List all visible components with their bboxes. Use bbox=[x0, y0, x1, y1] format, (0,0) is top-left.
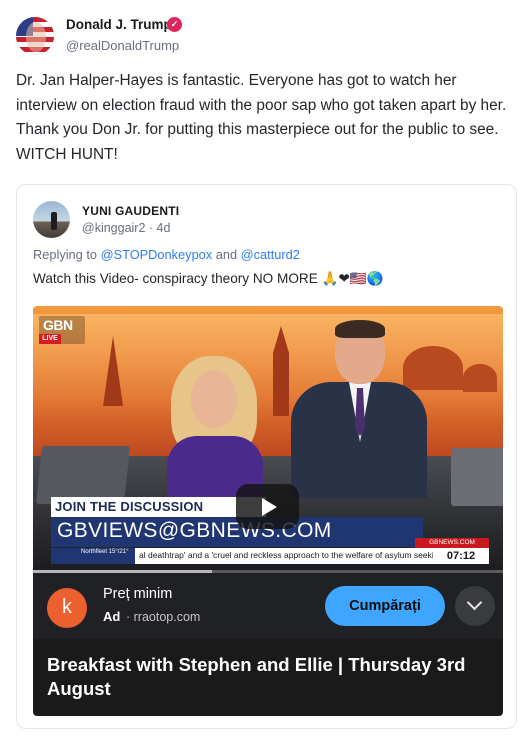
video-title[interactable]: Breakfast with Stephen and Ellie | Thurs… bbox=[47, 653, 487, 701]
verified-icon: ✓ bbox=[167, 17, 182, 32]
ad-expand-button[interactable] bbox=[455, 586, 495, 626]
ad-title[interactable]: Preț minim bbox=[103, 586, 172, 602]
presenter-hair bbox=[335, 320, 385, 338]
quoted-post-text: Watch this Video- conspiracy theory NO M… bbox=[33, 271, 384, 287]
avatar-face bbox=[26, 22, 46, 52]
quoted-author-meta: @kinggair2 · 4d bbox=[82, 221, 170, 235]
presenter-male bbox=[291, 320, 427, 498]
live-badge: LIVE bbox=[39, 334, 61, 344]
ad-badge: Ad bbox=[103, 609, 121, 624]
banner-join: JOIN THE DISCUSSION bbox=[51, 497, 266, 517]
laptop bbox=[451, 448, 503, 506]
advertiser-logo[interactable]: k bbox=[47, 588, 87, 628]
ad-cta-button[interactable]: Cumpărați bbox=[325, 586, 445, 626]
ticker-weather: Northfleet 15°/21° bbox=[51, 548, 135, 564]
video-player[interactable]: GBN LIVE JOIN THE DISCUSSION GBVIEWS@GBN… bbox=[33, 306, 503, 570]
avatar-figure bbox=[51, 212, 57, 230]
play-icon bbox=[262, 498, 277, 516]
post-card: Donald J. Trump ✓ @realDonaldTrump Dr. J… bbox=[0, 0, 531, 737]
quoted-post[interactable]: YUNI GAUDENTI @kinggair2 · 4d Replying t… bbox=[16, 184, 517, 729]
ad-bar: k Preț minim Ad · rraotop.com Cumpărați bbox=[33, 573, 503, 639]
chevron-down-icon bbox=[466, 594, 483, 611]
replying-and: and bbox=[212, 247, 241, 262]
play-button[interactable] bbox=[236, 484, 299, 529]
quoted-author-handle[interactable]: @kinggair2 bbox=[82, 221, 145, 235]
channel-logo-text: GBN bbox=[43, 317, 73, 333]
quoted-emojis: 🙏❤🇺🇸🌎 bbox=[321, 271, 384, 287]
channel-url: GBNEWS.COM bbox=[415, 538, 489, 548]
author-handle[interactable]: @realDonaldTrump bbox=[66, 38, 179, 53]
broadcast-time: 07:12 bbox=[433, 548, 489, 564]
banner-join-text: JOIN THE DISCUSSION bbox=[55, 499, 204, 514]
laptop bbox=[35, 446, 131, 504]
video-title-bar: Breakfast with Stephen and Ellie | Thurs… bbox=[33, 639, 503, 716]
backdrop-dome bbox=[463, 364, 497, 392]
replying-to: Replying to @STOPDonkeypox and @catturd2 bbox=[33, 247, 300, 262]
mention-link[interactable]: @catturd2 bbox=[241, 247, 300, 262]
replying-prefix: Replying to bbox=[33, 247, 101, 262]
author-name[interactable]: Donald J. Trump bbox=[66, 17, 172, 32]
quoted-author-name[interactable]: YUNI GAUDENTI bbox=[82, 204, 179, 218]
ad-domain: · rraotop.com bbox=[126, 610, 201, 624]
quoted-text: Watch this Video- conspiracy theory NO M… bbox=[33, 271, 318, 286]
author-avatar[interactable] bbox=[16, 17, 54, 55]
quoted-post-age: · 4d bbox=[148, 221, 171, 235]
mention-link[interactable]: @STOPDonkeypox bbox=[101, 247, 213, 262]
news-ticker: Northfleet 15°/21° al deathtrap' and a '… bbox=[51, 548, 489, 564]
quoted-author-avatar[interactable] bbox=[33, 201, 70, 238]
ticker-text: al deathtrap' and a 'cruel and reckless … bbox=[139, 550, 434, 560]
post-text: Dr. Jan Halper-Hayes is fantastic. Every… bbox=[16, 72, 507, 163]
presenter-face bbox=[191, 370, 237, 428]
